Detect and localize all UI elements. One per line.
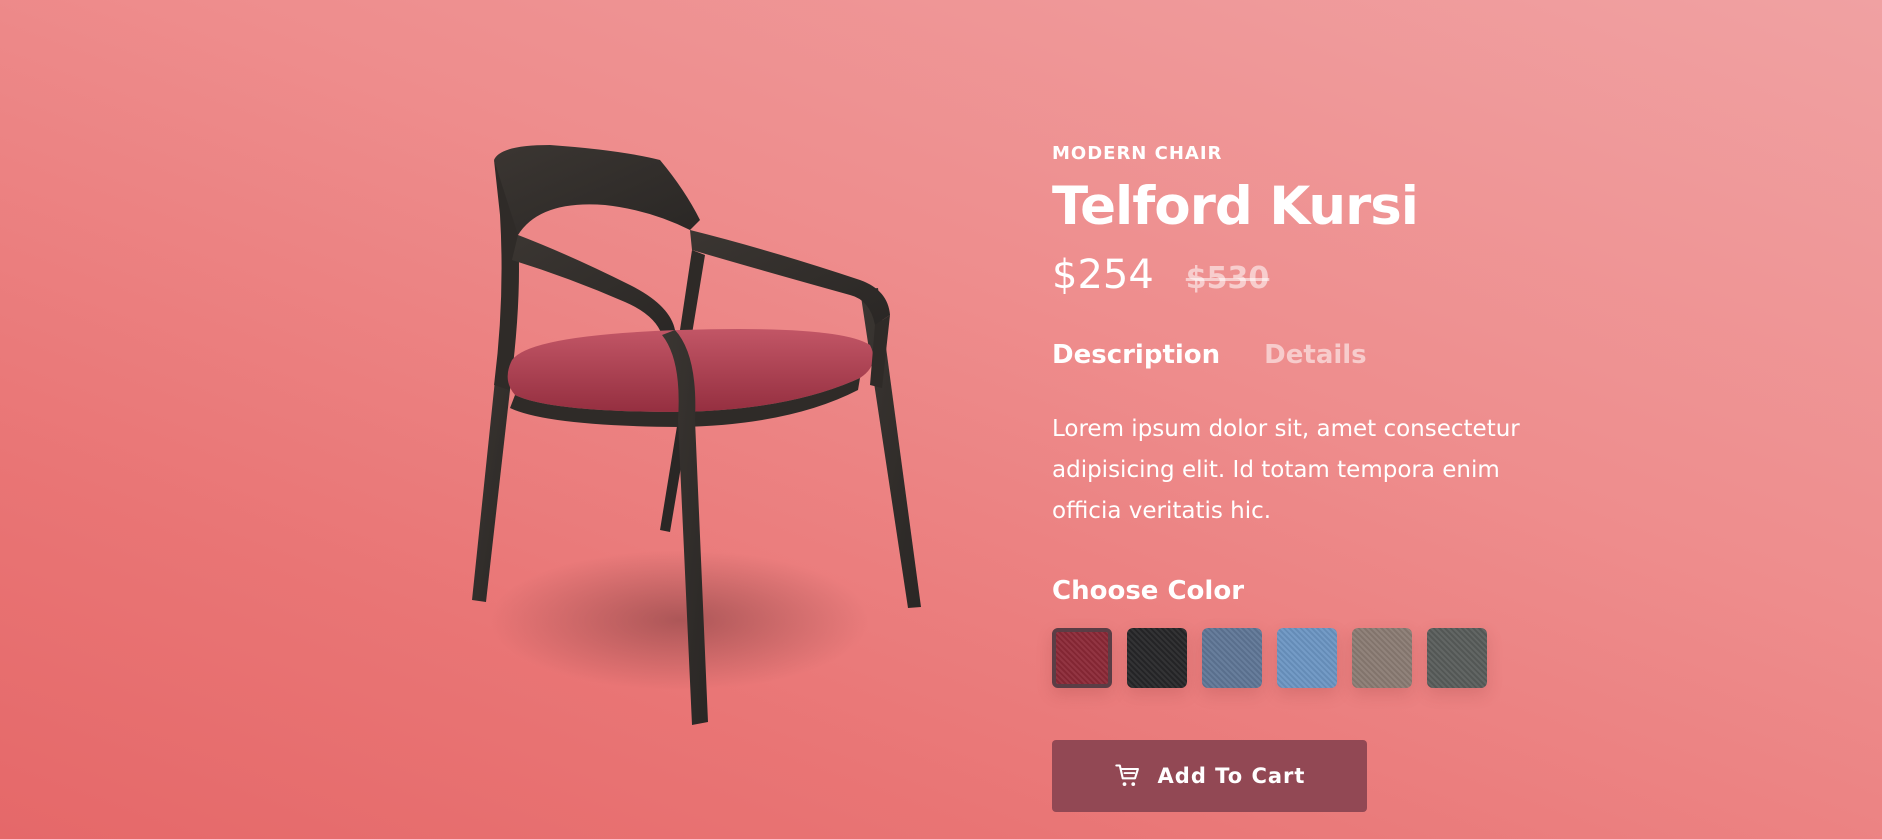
tab-description[interactable]: Description bbox=[1052, 340, 1220, 370]
product-title: Telford Kursi bbox=[1052, 176, 1419, 237]
product-page: MODERN CHAIR Telford Kursi $254 $530 Des… bbox=[0, 0, 1882, 839]
product-image bbox=[430, 120, 950, 760]
swatch-taupe[interactable] bbox=[1352, 628, 1412, 688]
original-price: $530 bbox=[1185, 261, 1270, 296]
product-category: MODERN CHAIR bbox=[1052, 143, 1223, 164]
shopping-cart-icon bbox=[1114, 764, 1139, 787]
product-details-panel: MODERN CHAIR Telford Kursi $254 $530 Des… bbox=[1052, 143, 1612, 812]
add-to-cart-button[interactable]: Add To Cart bbox=[1052, 740, 1367, 812]
add-to-cart-label: Add To Cart bbox=[1157, 764, 1306, 788]
current-price: $254 bbox=[1052, 252, 1154, 298]
swatch-sky-blue[interactable] bbox=[1277, 628, 1337, 688]
chair-illustration bbox=[472, 145, 921, 725]
color-swatches bbox=[1052, 628, 1612, 688]
tab-details[interactable]: Details bbox=[1264, 340, 1367, 370]
swatch-dark-gray[interactable] bbox=[1427, 628, 1487, 688]
choose-color-label: Choose Color bbox=[1052, 576, 1245, 606]
swatch-slate-blue[interactable] bbox=[1202, 628, 1262, 688]
swatch-charcoal[interactable] bbox=[1127, 628, 1187, 688]
product-description: Lorem ipsum dolor sit, amet consectetur … bbox=[1052, 416, 1520, 524]
swatch-burgundy[interactable] bbox=[1052, 628, 1112, 688]
price-row: $254 $530 bbox=[1052, 251, 1612, 305]
info-tabs: Description Details bbox=[1052, 335, 1612, 375]
